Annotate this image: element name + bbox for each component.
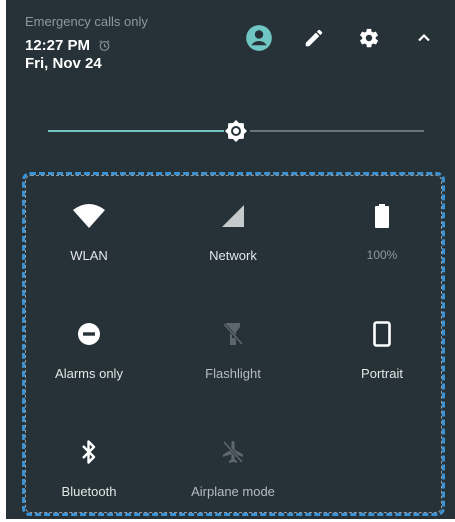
- tile-label: Network: [209, 248, 257, 263]
- collapse-icon[interactable]: [410, 24, 438, 52]
- tile-airplane-mode[interactable]: Airplane mode: [163, 432, 303, 522]
- tile-wlan[interactable]: WLAN: [19, 196, 159, 286]
- settings-icon[interactable]: [355, 24, 383, 52]
- brightness-icon: [224, 119, 248, 143]
- do-not-disturb-icon: [69, 314, 109, 354]
- battery-icon: [362, 196, 402, 236]
- tile-label: Bluetooth: [61, 484, 117, 499]
- tile-bluetooth[interactable]: Bluetooth: [19, 432, 159, 522]
- tile-label: Airplane mode: [191, 484, 275, 499]
- signal-icon: [213, 196, 253, 236]
- flashlight-icon: [213, 314, 253, 354]
- tile-network[interactable]: Network: [163, 196, 303, 286]
- wifi-icon: [69, 196, 109, 236]
- tile-label: 100%: [366, 248, 398, 262]
- brightness-track-filled: [48, 130, 226, 132]
- clock[interactable]: 12:27 PM: [25, 37, 111, 54]
- tile-label: Flashlight: [205, 366, 261, 381]
- edit-icon[interactable]: [300, 24, 328, 52]
- airplane-icon: [213, 432, 253, 472]
- emergency-status-text: Emergency calls only: [25, 14, 148, 29]
- account-icon[interactable]: [245, 24, 273, 52]
- alarm-clock-icon: [98, 39, 111, 52]
- tile-flashlight[interactable]: Flashlight: [163, 314, 303, 404]
- tile-label: WLAN: [70, 248, 108, 263]
- tile-alarms-only[interactable]: Alarms only: [19, 314, 159, 404]
- tile-label: Alarms only: [55, 366, 123, 381]
- date[interactable]: Fri, Nov 24: [25, 55, 102, 72]
- tile-portrait[interactable]: Portrait: [312, 314, 452, 404]
- portrait-icon: [362, 314, 402, 354]
- bluetooth-icon: [69, 432, 109, 472]
- tile-100[interactable]: 100%: [312, 196, 452, 286]
- brightness-track: [250, 130, 424, 132]
- tile-label: Portrait: [361, 366, 403, 381]
- clock-time: 12:27 PM: [25, 37, 91, 54]
- brightness-slider[interactable]: [48, 118, 424, 144]
- brightness-thumb[interactable]: [223, 118, 249, 144]
